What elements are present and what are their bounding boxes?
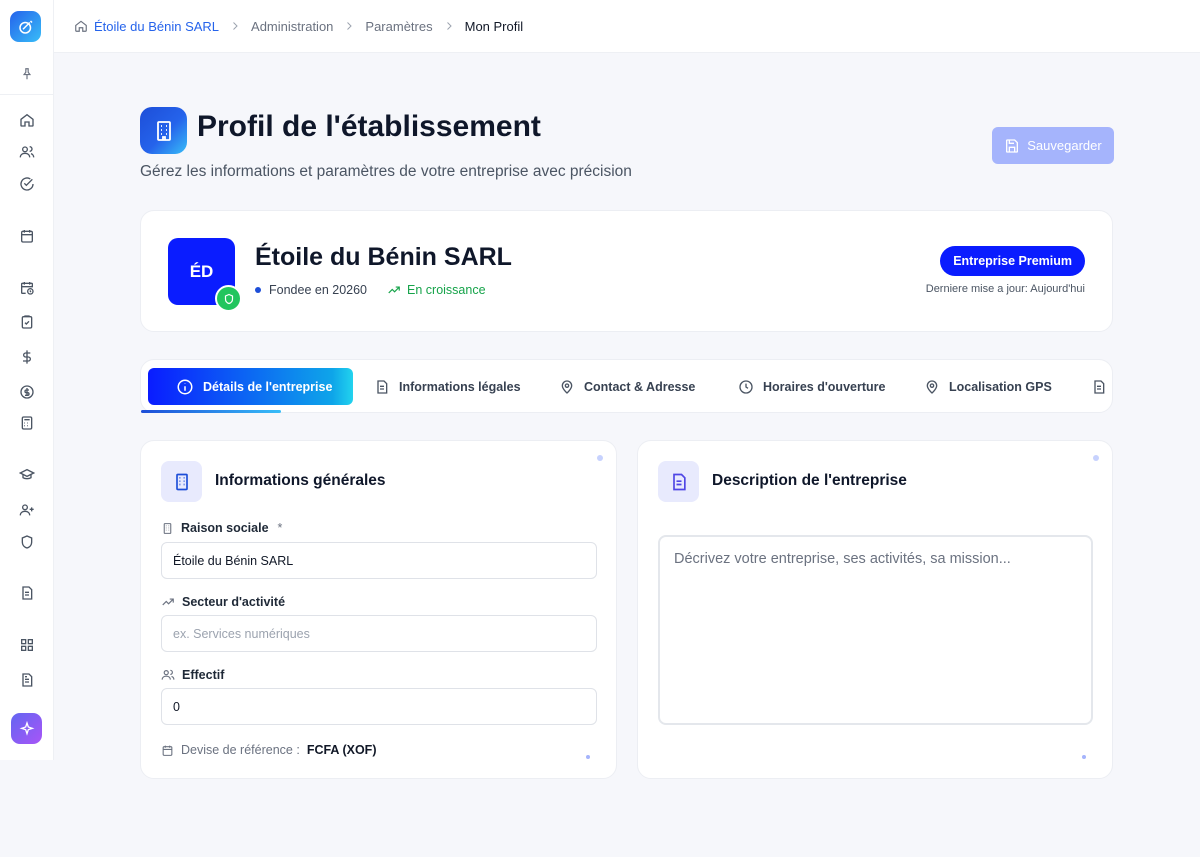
growth-label: En croissance xyxy=(407,283,486,297)
description-textarea[interactable]: Décrivez votre entreprise, ses activités… xyxy=(658,535,1093,725)
breadcrumb: Étoile du Bénin SARL Administration Para… xyxy=(54,0,1200,53)
status-dot xyxy=(255,287,261,293)
section-title: Description de l'entreprise xyxy=(712,472,907,489)
currency-info: Devise de référence : FCFA (XOF) xyxy=(161,743,376,757)
calendar-clock-icon[interactable] xyxy=(17,278,37,298)
section-title: Informations générales xyxy=(215,472,386,489)
clock-icon xyxy=(739,379,753,394)
save-button[interactable]: Sauvegarder xyxy=(992,127,1114,164)
tab-gps[interactable]: Localisation GPS xyxy=(924,368,1052,405)
building-icon xyxy=(163,522,172,534)
chevron-right-icon xyxy=(443,20,455,32)
page-title: Profil de l'établissement xyxy=(197,110,541,143)
founded-text: Fondee en 20260 xyxy=(269,283,368,297)
tab-label: Localisation GPS xyxy=(949,379,1052,394)
document-icon xyxy=(377,379,388,394)
map-pin-icon xyxy=(561,379,573,394)
last-updated: Derniere mise a jour: Aujourd'hui xyxy=(925,283,1085,295)
tab-legal[interactable]: Informations légales xyxy=(374,368,521,405)
tab-label: Contact & Adresse xyxy=(584,379,696,394)
clipboard-check-icon[interactable] xyxy=(17,312,37,332)
save-icon xyxy=(1006,138,1019,153)
file-text-icon[interactable] xyxy=(17,670,37,690)
breadcrumb-company[interactable]: Étoile du Bénin SARL xyxy=(94,19,219,34)
save-button-label: Sauvegarder xyxy=(1027,138,1102,153)
tab-label: Horaires d'ouverture xyxy=(763,379,886,394)
home-icon[interactable] xyxy=(17,110,37,130)
secteur-label: Secteur d'activité xyxy=(161,595,285,609)
app-logo-icon[interactable] xyxy=(10,11,41,42)
chevron-right-icon xyxy=(229,20,241,32)
tab-contact[interactable]: Contact & Adresse xyxy=(559,368,695,405)
breadcrumb-administration[interactable]: Administration xyxy=(251,19,333,34)
effectif-label: Effectif xyxy=(161,668,224,682)
document-icon[interactable] xyxy=(17,583,37,603)
page-subtitle: Gérez les informations et paramètres de … xyxy=(140,163,632,180)
description-card: Description de l'entreprise Décrivez vot… xyxy=(637,440,1113,779)
tab-hours[interactable]: Horaires d'ouverture xyxy=(738,368,885,405)
tabs-bar: Détails de l'entreprise Informations lég… xyxy=(140,359,1113,413)
users-icon xyxy=(161,669,175,680)
building-icon xyxy=(161,461,202,502)
effectif-input[interactable]: 0 xyxy=(161,688,597,725)
general-info-card: Informations générales Raison sociale * … xyxy=(140,440,617,779)
users-icon[interactable] xyxy=(17,142,37,162)
check-circle-icon[interactable] xyxy=(17,174,37,194)
raison-sociale-input[interactable]: Étoile du Bénin SARL xyxy=(161,542,597,579)
calendar-icon[interactable] xyxy=(17,226,37,246)
growth-status: En croissance xyxy=(387,283,486,297)
company-name: Étoile du Bénin SARL xyxy=(255,243,512,271)
tab-more[interactable] xyxy=(1091,368,1107,405)
verified-shield-icon xyxy=(215,285,242,312)
trending-up-icon xyxy=(388,286,400,294)
shield-icon[interactable] xyxy=(17,532,37,552)
breadcrumb-current: Mon Profil xyxy=(464,18,524,34)
tab-label: Informations légales xyxy=(399,379,521,394)
home-icon[interactable] xyxy=(74,19,88,33)
document-icon xyxy=(658,461,699,502)
currency-value: FCFA (XOF) xyxy=(306,743,377,757)
ai-assistant-icon[interactable] xyxy=(11,713,42,744)
graduation-icon[interactable] xyxy=(17,465,37,485)
calendar-icon xyxy=(162,745,173,756)
document-icon xyxy=(1094,379,1105,394)
secteur-input[interactable]: ex. Services numériques xyxy=(161,615,597,652)
active-tab-indicator xyxy=(141,410,281,413)
required-marker: * xyxy=(277,521,283,535)
tab-details[interactable]: Détails de l'entreprise xyxy=(148,368,353,405)
chevron-right-icon xyxy=(343,20,355,32)
grid-icon[interactable] xyxy=(17,635,37,655)
company-card: ÉD Étoile du Bénin SARL Fondee en 20260 … xyxy=(140,210,1113,332)
sidebar xyxy=(0,0,54,760)
breadcrumb-parametres[interactable]: Paramètres xyxy=(365,19,432,34)
pin-icon[interactable] xyxy=(17,64,37,84)
raison-sociale-label: Raison sociale * xyxy=(161,521,282,535)
dollar-icon[interactable] xyxy=(17,347,37,367)
tab-label: Détails de l'entreprise xyxy=(203,379,333,394)
user-plus-icon[interactable] xyxy=(17,500,37,520)
calculator-icon[interactable] xyxy=(17,413,37,433)
info-icon xyxy=(177,379,193,394)
currency-label: Devise de référence : xyxy=(181,743,300,757)
trending-up-icon xyxy=(162,598,174,606)
map-pin-icon xyxy=(926,379,938,394)
building-icon xyxy=(140,107,187,154)
coin-icon[interactable] xyxy=(17,382,37,402)
company-meta: Fondee en 20260 En croissance xyxy=(255,283,486,297)
premium-badge: Entreprise Premium xyxy=(940,246,1085,276)
